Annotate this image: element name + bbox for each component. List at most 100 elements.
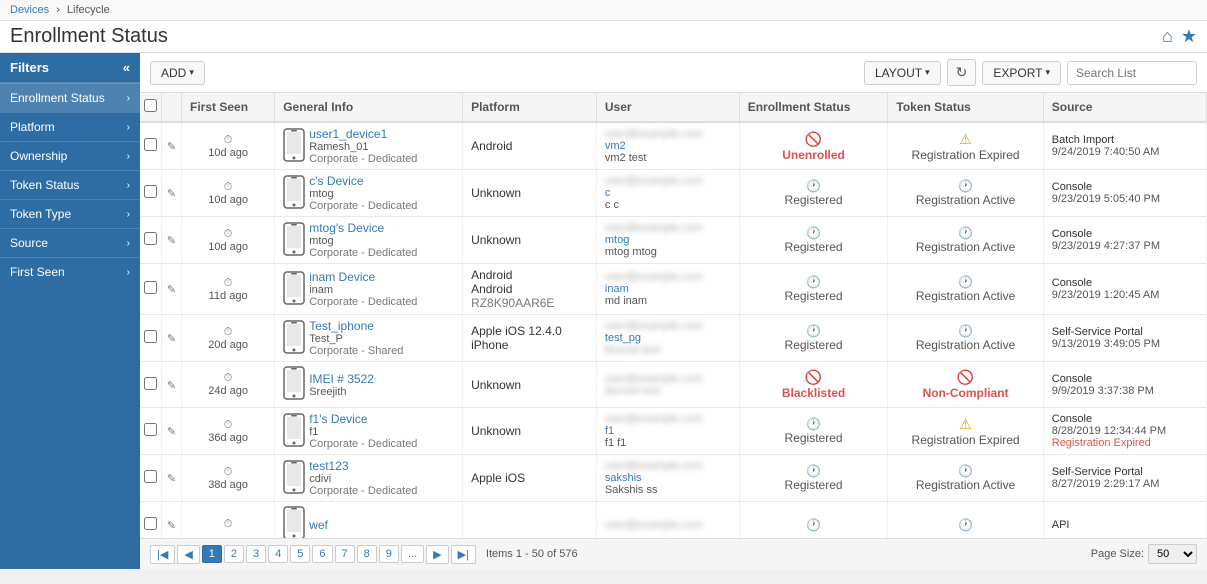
col-token-status: Token Status [888, 93, 1043, 122]
table-row: ✎ ⏱ 38d ago test123 cdivi Corporate - De… [140, 455, 1207, 502]
edit-icon[interactable]: ✎ [167, 188, 176, 200]
collapse-icon[interactable]: « [123, 60, 130, 75]
token-status-cell: ⚠ Registration Expired [888, 122, 1043, 170]
star-icon[interactable]: ★ [1181, 26, 1197, 47]
row-checkbox[interactable] [144, 330, 157, 343]
row-checkbox[interactable] [144, 423, 157, 436]
row-checkbox[interactable] [144, 377, 157, 390]
first-seen-cell: ⏱ 11d ago [182, 264, 275, 315]
sidebar-item-ownership[interactable]: Ownership › [0, 141, 140, 170]
pagination-next[interactable]: ▶ [426, 545, 448, 564]
enrollment-status-cell: 🕐 Registered [739, 264, 888, 315]
first-seen-cell: ⏱ 10d ago [182, 170, 275, 217]
page-btn-1[interactable]: 1 [202, 545, 222, 563]
device-name[interactable]: f1's Device [309, 412, 417, 426]
edit-icon[interactable]: ✎ [167, 284, 176, 296]
enrollment-status-cell: 🕐 Registered [739, 408, 888, 455]
device-name[interactable]: c's Device [309, 174, 417, 188]
source-cell: Console 9/23/2019 4:27:37 PM [1043, 217, 1206, 264]
row-edit-cell: ✎ [162, 170, 182, 217]
token-status-cell: 🕐 Registration Active [888, 315, 1043, 362]
general-info-cell: f1's Device f1 Corporate - Dedicated [275, 408, 463, 455]
edit-icon[interactable]: ✎ [167, 520, 176, 532]
platform-cell: Apple iOS 12.4.0iPhone [463, 315, 597, 362]
page-btn-8[interactable]: 8 [357, 545, 377, 563]
enrollment-status-cell: 🕐 [739, 502, 888, 539]
col-enrollment-status: Enrollment Status [739, 93, 888, 122]
page-btn-7[interactable]: 7 [335, 545, 355, 563]
device-name[interactable]: Test_iphone [309, 319, 403, 333]
user-cell: user@example.comvm2vm2 test [596, 122, 739, 170]
device-name[interactable]: IMEI # 3522 [309, 372, 374, 386]
edit-icon[interactable]: ✎ [167, 141, 176, 153]
sidebar-item-enrollment[interactable]: Enrollment Status › [0, 83, 140, 112]
general-info-cell: wef [275, 502, 463, 539]
sidebar-item-first-seen[interactable]: First Seen › [0, 257, 140, 286]
general-info-cell: mtog's Device mtog Corporate - Dedicated [275, 217, 463, 264]
row-checkbox[interactable] [144, 185, 157, 198]
first-seen-cell: ⏱ [182, 502, 275, 539]
table-container: First Seen General Info Platform User En… [140, 93, 1207, 538]
chevron-right-icon: › [127, 267, 130, 278]
row-checkbox-cell [140, 217, 162, 264]
page-btn-next-range[interactable]: ... [401, 545, 424, 563]
page-size-select[interactable]: 10 25 50 100 [1148, 544, 1197, 564]
select-all-checkbox[interactable] [144, 99, 157, 112]
col-first-seen: First Seen [182, 93, 275, 122]
device-icon [283, 222, 305, 259]
pagination-prev[interactable]: ◀ [177, 545, 199, 564]
col-user: User [596, 93, 739, 122]
device-name[interactable]: wef [309, 518, 328, 532]
home-icon[interactable]: ⌂ [1162, 26, 1173, 47]
platform-cell: Unknown [463, 217, 597, 264]
page-btn-3[interactable]: 3 [246, 545, 266, 563]
page-btn-6[interactable]: 6 [312, 545, 332, 563]
row-checkbox-cell [140, 455, 162, 502]
export-button[interactable]: EXPORT ▾ [982, 61, 1061, 85]
device-name[interactable]: test123 [309, 459, 417, 473]
user-cell: user@example.comf1f1 f1 [596, 408, 739, 455]
row-checkbox[interactable] [144, 281, 157, 294]
sidebar-item-token-type[interactable]: Token Type › [0, 199, 140, 228]
sidebar-item-platform[interactable]: Platform › [0, 112, 140, 141]
page-btn-9[interactable]: 9 [379, 545, 399, 563]
layout-button[interactable]: LAYOUT ▾ [864, 61, 941, 85]
edit-icon[interactable]: ✎ [167, 235, 176, 247]
token-status-cell: 🕐 Registration Active [888, 217, 1043, 264]
col-general-info: General Info [275, 93, 463, 122]
row-edit-cell: ✎ [162, 362, 182, 408]
page-btn-2[interactable]: 2 [224, 545, 244, 563]
device-name[interactable]: inam Device [309, 270, 417, 284]
first-seen-cell: ⏱ 38d ago [182, 455, 275, 502]
breadcrumb-devices[interactable]: Devices [10, 4, 49, 16]
row-checkbox[interactable] [144, 232, 157, 245]
page-btn-5[interactable]: 5 [290, 545, 310, 563]
sidebar: Filters « Enrollment Status › Platform ›… [0, 53, 140, 569]
sidebar-item-source[interactable]: Source › [0, 228, 140, 257]
enrollment-status-cell: 🕐 Registered [739, 455, 888, 502]
pagination-last[interactable]: ▶| [451, 545, 476, 564]
edit-icon[interactable]: ✎ [167, 380, 176, 392]
search-input[interactable] [1067, 61, 1197, 85]
device-name[interactable]: user1_device1 [309, 127, 417, 141]
user-cell: user@example.comcc c [596, 170, 739, 217]
edit-icon[interactable]: ✎ [167, 333, 176, 345]
general-info-cell: test123 cdivi Corporate - Dedicated [275, 455, 463, 502]
device-name[interactable]: mtog's Device [309, 221, 417, 235]
refresh-button[interactable]: ↻ [947, 59, 977, 86]
sidebar-item-token-status[interactable]: Token Status › [0, 170, 140, 199]
row-checkbox[interactable] [144, 138, 157, 151]
page-btn-4[interactable]: 4 [268, 545, 288, 563]
enrollment-status-cell: 🕐 Registered [739, 170, 888, 217]
user-cell: user@example.com [596, 502, 739, 539]
add-button[interactable]: ADD ▾ [150, 61, 205, 85]
token-status-cell: 🕐 [888, 502, 1043, 539]
row-checkbox[interactable] [144, 517, 157, 530]
edit-icon[interactable]: ✎ [167, 473, 176, 485]
platform-cell: Unknown [463, 408, 597, 455]
row-checkbox[interactable] [144, 470, 157, 483]
col-platform: Platform [463, 93, 597, 122]
user-cell: user@example.comtest_pgblurred text [596, 315, 739, 362]
edit-icon[interactable]: ✎ [167, 426, 176, 438]
pagination-first[interactable]: |◀ [150, 545, 175, 564]
